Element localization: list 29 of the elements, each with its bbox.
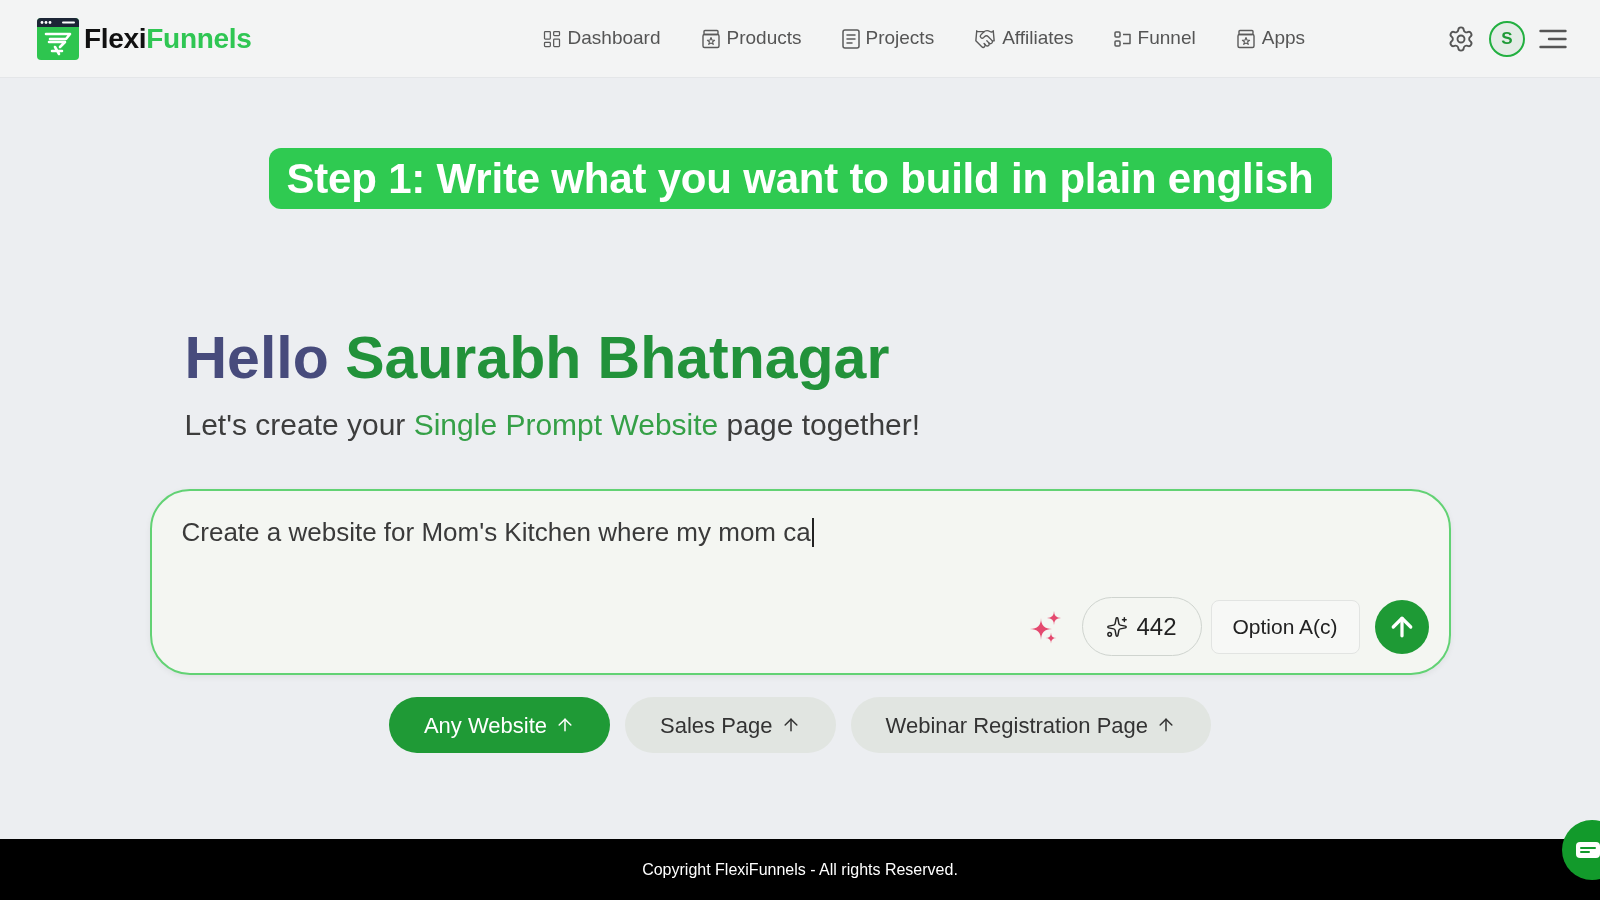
menu-icon[interactable] [1539, 28, 1567, 49]
nav-link[interactable]: Affiliates [974, 24, 1074, 53]
dashboard-grid-icon [541, 28, 562, 49]
nav-link[interactable]: Projects [841, 24, 935, 53]
settings-icon[interactable] [1447, 24, 1475, 53]
flow-icon [1113, 29, 1132, 48]
message-icon [1576, 842, 1600, 858]
model-select[interactable]: Option A(c) [1210, 599, 1360, 654]
store-icon [1235, 28, 1256, 49]
logo-text: FlexiFunnels [84, 24, 252, 53]
step-banner: Step 1: Write what you want to build in plain english [268, 148, 1332, 209]
intro-text: Let's create your Single Prompt Website page together! [183, 407, 921, 443]
prompt-input[interactable]: Create a website for Mom's Kitchen where my mom ca [181, 515, 814, 549]
nav-link[interactable]: Funnel [1113, 24, 1196, 53]
nav-link[interactable]: Dashboard [541, 24, 661, 53]
copyright-text: Copyright FlexiFunnels - All rights Reserved. [642, 859, 958, 880]
sparkles-icon [1106, 615, 1129, 638]
template-chip[interactable]: Webinar Registration Page [850, 697, 1212, 753]
logo-icon [37, 17, 79, 60]
nav-link[interactable]: Products [700, 24, 802, 53]
template-chip[interactable]: Sales Page [625, 697, 836, 753]
template-chip[interactable]: Any Website [388, 697, 610, 753]
nav-link[interactable]: Apps [1235, 24, 1306, 53]
greeting-heading: Hello Saurabh Bhatnagar [183, 325, 890, 391]
store-icon [700, 28, 721, 49]
handshake-icon [974, 27, 997, 50]
document-icon [841, 28, 860, 49]
credits-button[interactable]: 442 [1081, 597, 1202, 656]
text-caret-icon [811, 517, 814, 547]
